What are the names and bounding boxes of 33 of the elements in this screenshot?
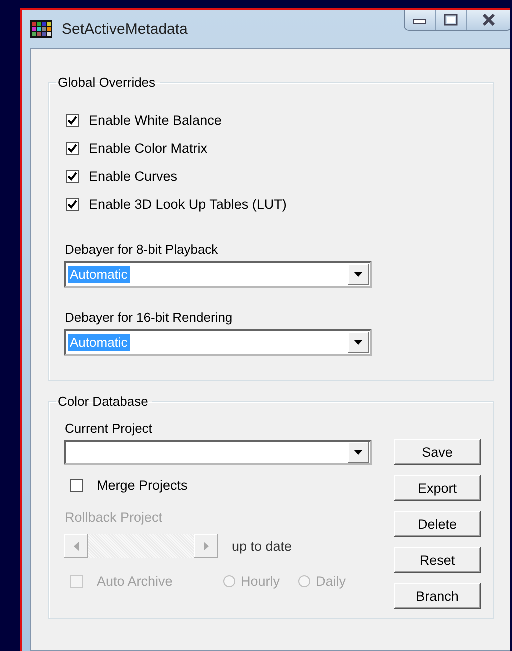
close-icon[interactable] [482, 14, 496, 26]
field-label: Debayer for 8-bit Playback [65, 242, 220, 259]
group-title: Global Overrides [57, 75, 157, 90]
checkbox-label: Auto Archive [97, 574, 173, 588]
window-title: SetActiveMetadata [62, 20, 189, 38]
maximize-icon[interactable] [444, 14, 458, 26]
field-label: Debayer for 16-bit Rendering [65, 310, 234, 327]
action-button[interactable]: Save [394, 439, 481, 465]
app-icon [30, 20, 52, 38]
maximize-button[interactable] [436, 10, 467, 30]
radio-label: Hourly [241, 574, 280, 588]
field-label: Current Project [65, 421, 154, 438]
checkbox-label: Merge Projects [97, 478, 188, 493]
action-button[interactable]: Export [394, 475, 481, 501]
action-button[interactable]: Delete [394, 511, 481, 537]
field-label: Rollback Project [65, 510, 164, 527]
close-button[interactable] [467, 10, 510, 30]
group-title: Color Database [57, 394, 150, 409]
checkbox-label: Enable Curves [89, 168, 178, 184]
minimize-button[interactable] [405, 10, 436, 30]
radio-label: Daily [316, 574, 346, 588]
checkbox[interactable] [66, 142, 79, 154]
status-text: up to date [232, 538, 292, 554]
checkbox[interactable] [66, 198, 79, 210]
checkbox[interactable] [66, 114, 79, 126]
checkbox[interactable] [66, 170, 79, 182]
action-button[interactable]: Branch [394, 583, 481, 609]
checkbox-label: Enable White Balance [89, 112, 222, 128]
checkbox[interactable] [70, 479, 83, 492]
action-button[interactable]: Reset [394, 547, 481, 573]
dropdown-field[interactable] [64, 440, 372, 465]
checkbox-label: Enable Color Matrix [89, 140, 208, 156]
checkbox-label: Enable 3D Look Up Tables (LUT) [89, 196, 287, 212]
